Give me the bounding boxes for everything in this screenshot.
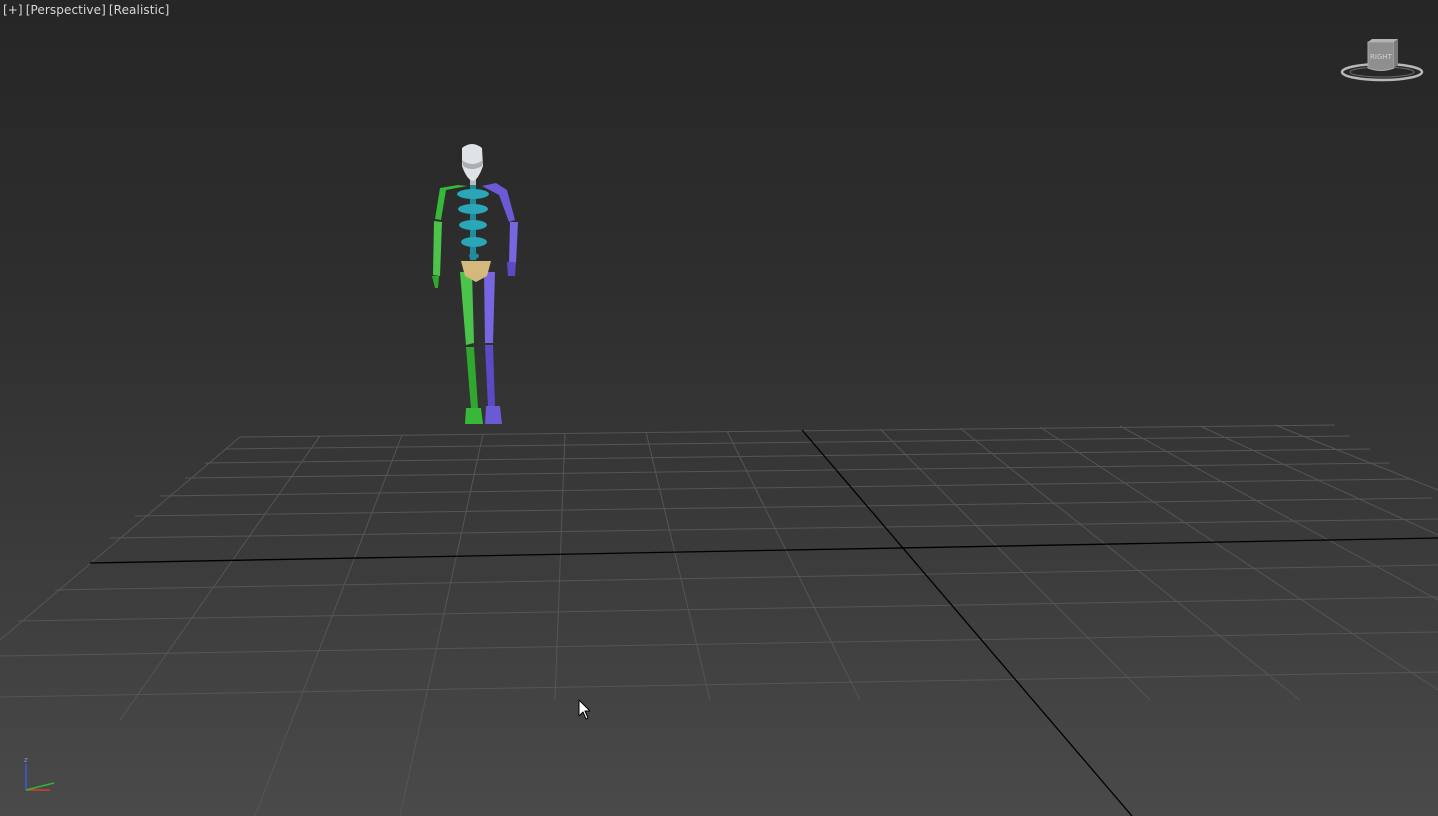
perspective-viewport[interactable]: [+] [Perspective] [Realistic] RIGHT z	[0, 0, 1438, 816]
arrow-cursor-icon	[578, 699, 591, 720]
home-grid	[0, 424, 1438, 816]
axis-z-label: z	[24, 756, 28, 764]
biped-left-leg[interactable]	[460, 272, 483, 424]
viewcube-icon[interactable]: RIGHT	[1340, 36, 1424, 86]
biped-right-leg[interactable]	[484, 272, 502, 424]
viewcube-face-label: RIGHT	[1370, 53, 1393, 61]
scene-canvas	[0, 144, 1438, 816]
axis-tripod-icon: z	[24, 756, 55, 791]
biped-spine[interactable]	[457, 184, 489, 260]
biped-head[interactable]	[462, 144, 483, 181]
biped-skeleton[interactable]	[432, 144, 518, 424]
